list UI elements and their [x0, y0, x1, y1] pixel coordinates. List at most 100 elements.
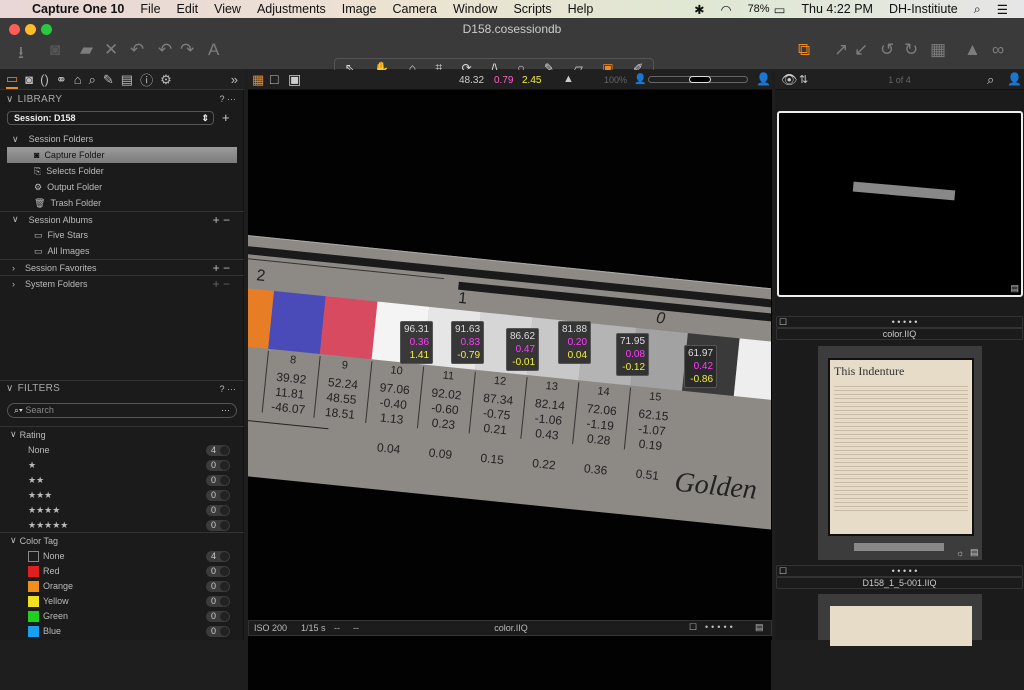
- add-session-icon[interactable]: +: [222, 110, 230, 125]
- color-readout[interactable]: 86.62 0.47 -0.01: [506, 328, 540, 371]
- clock[interactable]: Thu 4:22 PM: [801, 2, 873, 16]
- metadata-tab-icon[interactable]: ⓘ: [140, 70, 153, 89]
- undo-icon[interactable]: ↶: [158, 40, 172, 60]
- delete-icon[interactable]: ✕: [104, 40, 118, 60]
- color-tag-header[interactable]: ∨ Color Tag: [0, 532, 244, 548]
- color-tag-row[interactable]: Green 0: [0, 608, 244, 624]
- star-rating[interactable]: •••••: [705, 622, 736, 632]
- auto-adjust-icon[interactable]: A: [208, 40, 219, 60]
- color-tag-row[interactable]: Red 0: [0, 563, 244, 579]
- thumbnail-rating-bar[interactable]: ☐ • • • • •: [776, 316, 1023, 328]
- menu-edit[interactable]: Edit: [177, 2, 199, 16]
- zoom-in-icon[interactable]: 👤: [756, 72, 771, 86]
- exposure-tab-icon[interactable]: ⌂: [74, 72, 82, 87]
- thumbnail-d158[interactable]: This Indenture ☼ ▤: [818, 346, 982, 560]
- color-count-toggle[interactable]: 0: [206, 565, 230, 577]
- color-count-toggle[interactable]: 0: [206, 610, 230, 622]
- color-readout[interactable]: 96.31 0.36 1.41: [400, 321, 434, 364]
- filter-search-input[interactable]: ⌕▾ Search ···: [7, 403, 237, 418]
- sidebar-item-all-images[interactable]: ▭ All Images: [0, 243, 244, 259]
- color-tag-row[interactable]: Yellow 0: [0, 593, 244, 609]
- thumbnail-rating-bar[interactable]: ☐ • • • • •: [776, 565, 1023, 577]
- rating-filter-row[interactable]: ★★★★★ 0: [0, 517, 244, 533]
- color-readout[interactable]: 61.97 0.42 -0.86: [684, 345, 718, 388]
- session-select[interactable]: Session: D158 ⇕: [7, 111, 214, 125]
- color-tag-row[interactable]: None 4: [0, 548, 244, 564]
- rating-header[interactable]: ∨ Rating: [0, 426, 244, 442]
- camera-icon[interactable]: ◙: [50, 40, 60, 60]
- menu-file[interactable]: File: [140, 2, 160, 16]
- sidebar-item-trash-folder[interactable]: 🗑 Trash Folder: [0, 195, 244, 211]
- thumbnail-selected[interactable]: ▤: [777, 111, 1023, 297]
- color-tag-row[interactable]: Blue 0: [0, 623, 244, 639]
- menu-camera[interactable]: Camera: [393, 2, 437, 16]
- proof-icon[interactable]: ∞: [992, 40, 1004, 60]
- color-tag-icon[interactable]: ▤: [755, 622, 764, 633]
- details-tab-icon[interactable]: ⌕: [89, 72, 96, 88]
- color-tag-icon[interactable]: ▤: [1010, 283, 1019, 294]
- single-view-icon[interactable]: □: [270, 71, 278, 87]
- rating-count-toggle[interactable]: 0: [206, 504, 230, 516]
- menu-scripts[interactable]: Scripts: [513, 2, 551, 16]
- reset-icon[interactable]: ↶: [130, 40, 144, 60]
- multi-view-icon[interactable]: ▣: [288, 71, 301, 88]
- rating-count-toggle[interactable]: 0: [206, 519, 230, 531]
- help-icon[interactable]: ? ···: [220, 384, 237, 394]
- color-tab-icon[interactable]: ⚭: [56, 72, 67, 88]
- session-albums-header[interactable]: ∨ Session Albums + −: [0, 211, 244, 227]
- import-icon[interactable]: ⭳: [18, 40, 24, 69]
- menu-view[interactable]: View: [214, 2, 241, 16]
- notification-icon[interactable]: ☰: [997, 2, 1008, 17]
- add-remove-album-icon[interactable]: + −: [213, 213, 230, 227]
- rotate-left-icon[interactable]: ↺: [880, 40, 894, 60]
- rating-count-toggle[interactable]: 0: [206, 489, 230, 501]
- color-readout[interactable]: 71.95 0.08 -0.12: [616, 333, 650, 376]
- rating-filter-row[interactable]: ★★★★ 0: [0, 502, 244, 518]
- user-menu[interactable]: DH-Institiute: [889, 2, 958, 16]
- sidebar-item-selects-folder[interactable]: ⎘ Selects Folder: [0, 163, 244, 179]
- session-folders-header[interactable]: ∨ Session Folders: [0, 131, 244, 147]
- color-tag-row[interactable]: Orange 0: [0, 578, 244, 594]
- zoom-out-icon[interactable]: 👤: [634, 74, 646, 85]
- thumbnail-next[interactable]: [818, 594, 982, 646]
- library-tab-icon[interactable]: ▭: [6, 71, 19, 89]
- capture-tab-icon[interactable]: ◙: [25, 72, 33, 87]
- settings-tab-icon[interactable]: ⚙: [160, 72, 172, 88]
- image-canvas[interactable]: 2 1 0 8 39.92 11.81 -46.07 9 52.24 48.55 18.51 1…: [248, 95, 771, 690]
- color-tag-icon[interactable]: ▤: [970, 547, 979, 558]
- multi-view-icon[interactable]: ⧉: [798, 40, 810, 60]
- color-count-toggle[interactable]: 0: [206, 595, 230, 607]
- rating-filter-row[interactable]: None 4: [0, 442, 244, 458]
- spotlight-icon[interactable]: ⌕: [974, 2, 981, 17]
- library-header[interactable]: ∨ LIBRARY? ···: [0, 91, 244, 107]
- color-count-toggle[interactable]: 4: [206, 550, 230, 562]
- color-readout[interactable]: 91.63 0.83 -0.79: [451, 321, 485, 364]
- rating-count-toggle[interactable]: 0: [206, 459, 230, 471]
- lens-tab-icon[interactable]: (): [40, 72, 49, 87]
- output-tab-icon[interactable]: ▤: [121, 72, 133, 88]
- session-favorites-header[interactable]: › Session Favorites + −: [0, 259, 244, 275]
- rating-count-toggle[interactable]: 0: [206, 474, 230, 486]
- sidebar-item-output-folder[interactable]: ⚙ Output Folder: [0, 179, 244, 195]
- add-remove-favorite-icon[interactable]: + −: [213, 261, 230, 275]
- help-icon[interactable]: ? ···: [220, 94, 237, 104]
- search-icon[interactable]: ⌕: [987, 72, 994, 88]
- rotate-right-icon[interactable]: ↻: [904, 40, 918, 60]
- menu-window[interactable]: Window: [453, 2, 497, 16]
- local-adjust-tab-icon[interactable]: ✎: [103, 72, 114, 88]
- rating-count-toggle[interactable]: 4: [206, 444, 230, 456]
- system-folders-header[interactable]: › System Folders + −: [0, 275, 244, 291]
- copy-adjust-icon[interactable]: ↗: [834, 40, 848, 60]
- grid-icon[interactable]: ▦: [930, 40, 946, 60]
- sidebar-item-five-stars[interactable]: ▭ Five Stars: [0, 227, 244, 243]
- menu-app[interactable]: Capture One 10: [32, 2, 124, 16]
- warning-icon[interactable]: ▲: [563, 73, 574, 85]
- menu-image[interactable]: Image: [342, 2, 377, 16]
- filters-header[interactable]: ∨ FILTERS? ···: [0, 380, 244, 396]
- rating-filter-row[interactable]: ★ 0: [0, 457, 244, 473]
- thumbnail-size-icon[interactable]: 👤: [1007, 72, 1022, 86]
- more-tabs-icon[interactable]: »: [231, 72, 238, 87]
- apply-adjust-icon[interactable]: ↙: [854, 40, 868, 60]
- add-remove-system-icon[interactable]: + −: [213, 277, 230, 291]
- bluetooth-icon[interactable]: ✱: [694, 2, 704, 17]
